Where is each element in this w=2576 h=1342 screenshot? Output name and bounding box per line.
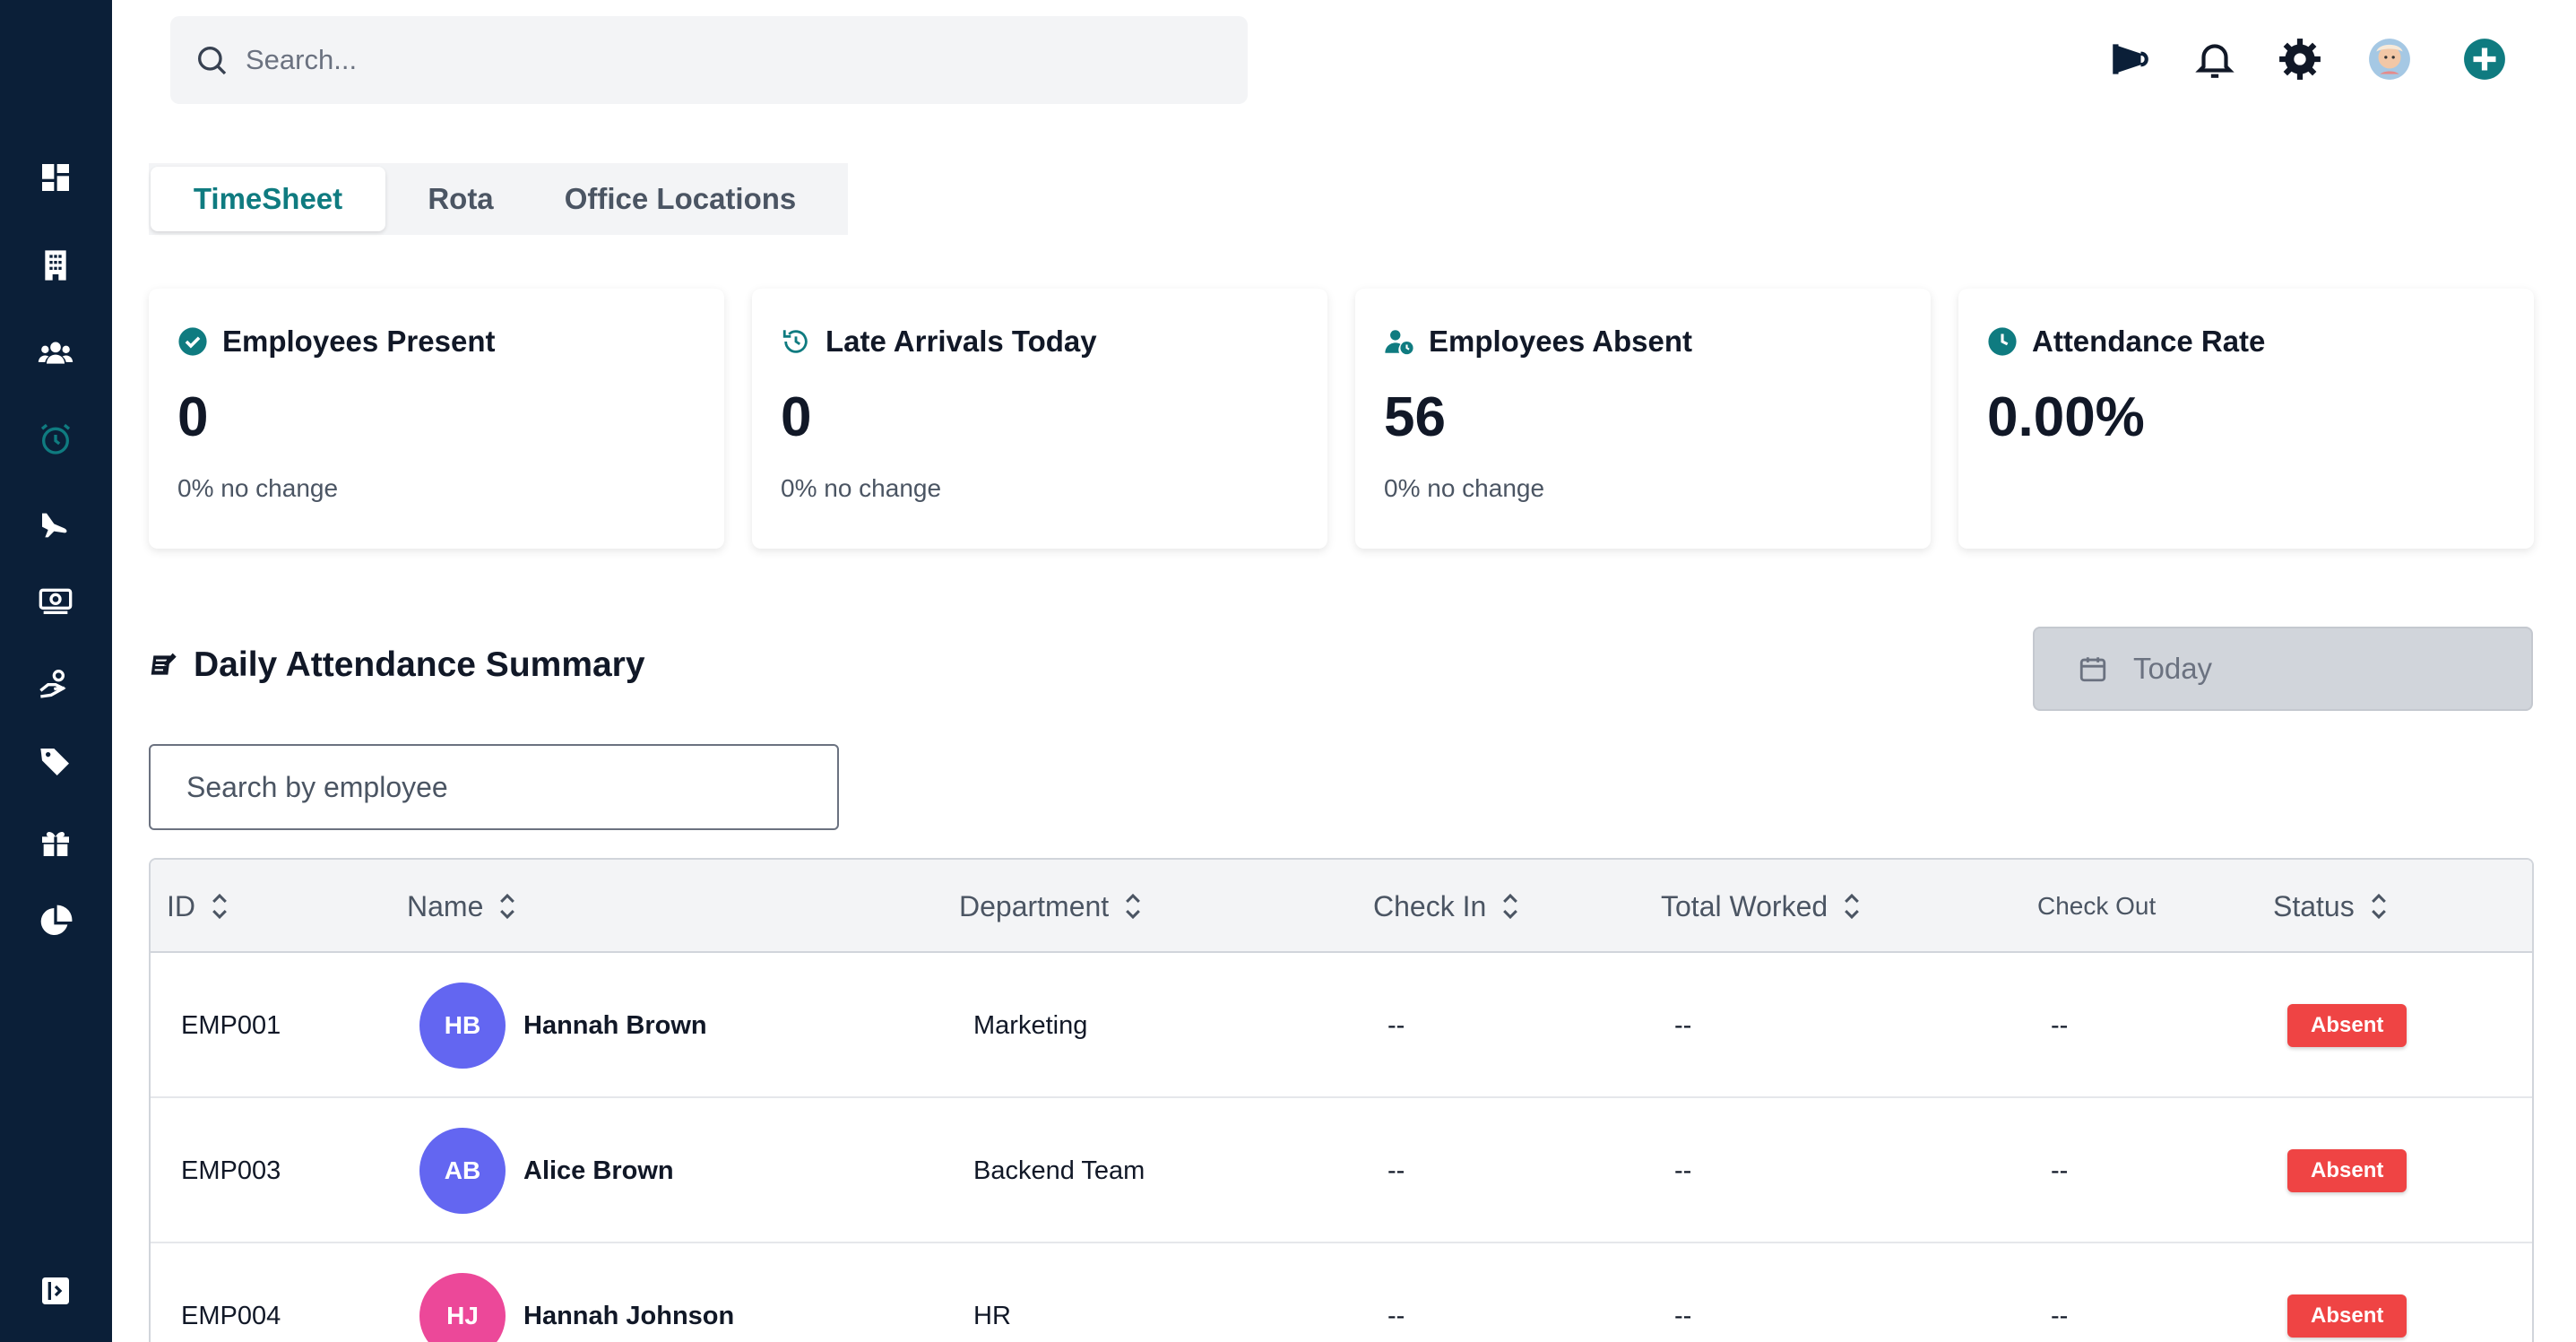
expand-sidebar-icon[interactable]: [29, 1264, 82, 1318]
check-out: --: [2051, 1156, 2069, 1185]
employee-id: EMP001: [181, 1010, 281, 1040]
employee-name[interactable]: Hannah Brown: [523, 1011, 707, 1041]
employee-name-cell: AB Alice Brown: [419, 1098, 674, 1243]
gear-icon[interactable]: [2273, 32, 2327, 86]
table-header: ID Name Department Check In Total Worked…: [151, 860, 2532, 953]
stat-change: 0% no change: [1384, 474, 1545, 502]
column-header-check-in[interactable]: Check In: [1373, 860, 1522, 953]
tags-icon[interactable]: [29, 735, 82, 789]
column-header-department[interactable]: Department: [959, 860, 1145, 953]
department: Marketing: [973, 1010, 1088, 1040]
stat-title: Attendance Rate: [2032, 325, 2266, 358]
total-worked: --: [1674, 1301, 1692, 1330]
column-header-id[interactable]: ID: [167, 860, 231, 953]
column-header-name[interactable]: Name: [407, 860, 519, 953]
stat-value: 0.00%: [1987, 386, 2145, 448]
date-label: Today: [2133, 652, 2213, 685]
stat-card-rate: Attendance Rate 0.00%: [1958, 289, 2534, 549]
clock-icon: [1988, 327, 2017, 356]
check-in: --: [1387, 1301, 1405, 1330]
stat-title: Late Arrivals Today: [826, 325, 1097, 358]
plane-icon[interactable]: [29, 498, 82, 552]
notepad-icon: [151, 653, 177, 675]
stat-title: Employees Present: [222, 325, 496, 358]
dashboard-icon[interactable]: [29, 151, 82, 204]
avatar: HJ: [419, 1273, 506, 1342]
search-input[interactable]: [246, 44, 1142, 76]
users-icon[interactable]: [29, 326, 82, 380]
column-header-check-out: Check Out: [2037, 892, 2157, 920]
alarm-clock-icon[interactable]: [29, 412, 82, 466]
search-icon: [198, 47, 227, 75]
column-header-status[interactable]: Status: [2273, 860, 2390, 953]
total-worked: --: [1674, 1010, 1692, 1040]
user-clock-icon: [1385, 330, 1413, 355]
employee-id: EMP003: [181, 1156, 281, 1185]
clock-rotate-icon: [782, 330, 808, 353]
table-row[interactable]: EMP003 AB Alice Brown Backend Team -- --…: [151, 1098, 2532, 1243]
check-in: --: [1387, 1156, 1405, 1185]
check-circle-icon: [178, 327, 207, 356]
sort-icon: [212, 893, 227, 920]
gift-icon[interactable]: [29, 816, 82, 870]
add-icon[interactable]: [2458, 32, 2511, 86]
check-out: --: [2051, 1010, 2069, 1040]
sort-icon: [2371, 893, 2386, 920]
stat-change: 0% no change: [781, 474, 942, 502]
calendar-icon: [2079, 657, 2106, 682]
stat-title: Employees Absent: [1429, 325, 1693, 358]
tab-office-locations[interactable]: Office Locations: [536, 167, 825, 231]
employee-name[interactable]: Alice Brown: [523, 1156, 674, 1186]
status-badge: Absent: [2287, 1004, 2407, 1047]
stat-card-late: Late Arrivals Today 0 0% no change: [752, 289, 1327, 549]
department: HR: [973, 1301, 1011, 1330]
attendance-table: ID Name Department Check In Total Worked…: [149, 858, 2534, 1342]
employee-id: EMP004: [181, 1301, 281, 1330]
table-row[interactable]: EMP004 HJ Hannah Johnson HR -- -- -- Abs…: [151, 1243, 2532, 1342]
sort-icon: [1845, 893, 1860, 920]
date-picker-button[interactable]: Today: [2033, 627, 2533, 711]
stat-value: 56: [1384, 386, 1446, 448]
bell-icon[interactable]: [2188, 32, 2242, 86]
pie-chart-icon[interactable]: [29, 895, 82, 948]
table-row[interactable]: EMP001 HB Hannah Brown Marketing -- -- -…: [151, 953, 2532, 1098]
sidebar: [0, 0, 112, 1342]
avatar[interactable]: [2363, 32, 2416, 86]
stat-value: 0: [781, 386, 812, 448]
global-search[interactable]: [170, 16, 1248, 104]
stat-change: 0% no change: [177, 474, 339, 502]
tab-bar: TimeSheet Rota Office Locations: [149, 163, 848, 235]
building-icon[interactable]: [29, 238, 82, 292]
column-header-total-worked[interactable]: Total Worked: [1661, 860, 1863, 953]
department: Backend Team: [973, 1156, 1145, 1185]
total-worked: --: [1674, 1156, 1692, 1185]
sort-icon: [1126, 893, 1141, 920]
hand-holding-icon[interactable]: [29, 656, 82, 710]
section-header: Daily Attendance Summary: [149, 645, 645, 685]
avatar: HB: [419, 983, 506, 1069]
sort-icon: [1503, 893, 1518, 920]
stat-value: 0: [177, 386, 209, 448]
tab-timesheet[interactable]: TimeSheet: [151, 167, 385, 231]
employee-name-cell: HJ Hannah Johnson: [419, 1243, 734, 1342]
stat-card-absent: Employees Absent 56 0% no change: [1355, 289, 1931, 549]
stat-card-present: Employees Present 0 0% no change: [149, 289, 724, 549]
check-out: --: [2051, 1301, 2069, 1330]
employee-name-cell: HB Hannah Brown: [419, 953, 707, 1098]
check-in: --: [1387, 1010, 1405, 1040]
section-title: Daily Attendance Summary: [194, 645, 645, 684]
employee-search-input[interactable]: [149, 744, 839, 830]
money-icon[interactable]: [29, 574, 82, 628]
tab-rota[interactable]: Rota: [385, 167, 536, 231]
sort-icon: [500, 893, 515, 920]
avatar: AB: [419, 1128, 506, 1214]
status-badge: Absent: [2287, 1294, 2407, 1338]
announcement-icon[interactable]: [2103, 32, 2157, 86]
employee-name[interactable]: Hannah Johnson: [523, 1302, 734, 1331]
status-badge: Absent: [2287, 1149, 2407, 1192]
